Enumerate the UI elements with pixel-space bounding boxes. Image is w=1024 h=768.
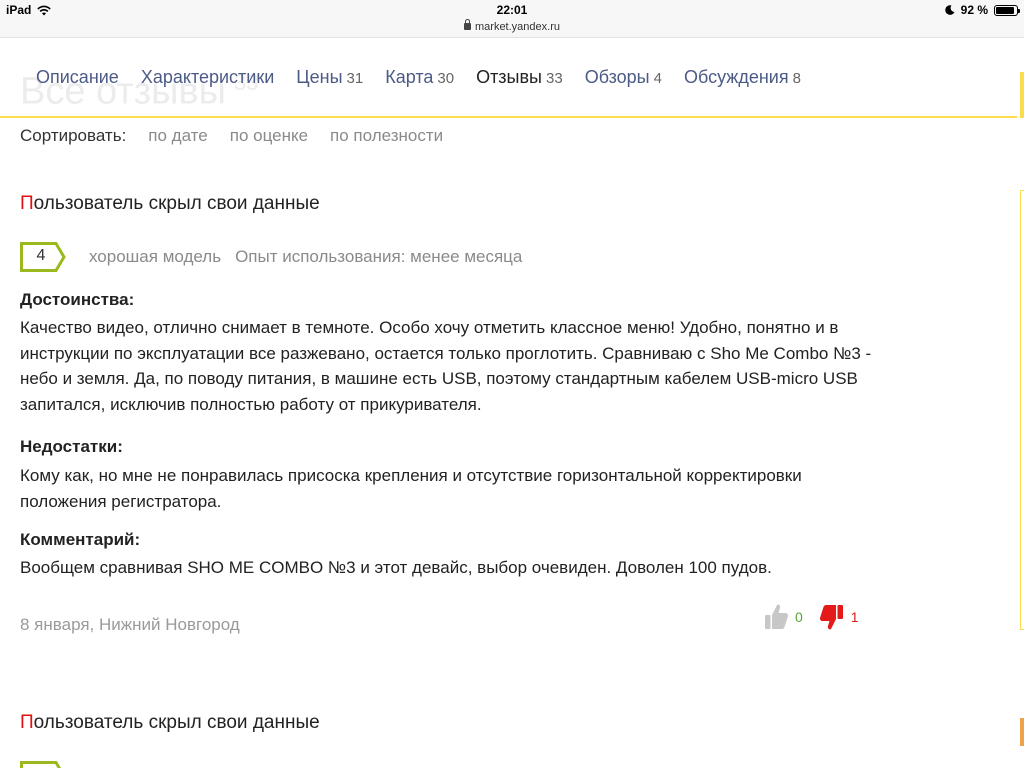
right-edge-orange — [1020, 718, 1024, 746]
tab-count: 33 — [546, 70, 563, 87]
sort-by-rating[interactable]: по оценке — [230, 126, 308, 146]
thumbs-down-icon[interactable] — [819, 603, 845, 631]
tab-count: 31 — [346, 70, 364, 87]
cons-title: Недостатки: — [20, 437, 123, 456]
tab-label: Характеристики — [140, 67, 275, 87]
review-date-place: 8 января, Нижний Новгород — [20, 615, 240, 634]
rating-text: хорошая модель — [89, 247, 222, 266]
rating-arrow-shape — [20, 761, 62, 768]
battery-icon — [994, 4, 1020, 16]
ios-status-bar: iPad 22:01 market.yandex.ru 92 % — [0, 0, 1024, 38]
comment-text: Вообщем сравнивая SHO ME COMBO №3 и этот… — [20, 558, 772, 577]
address-bar[interactable]: market.yandex.ru — [0, 19, 1024, 33]
tab-count: 30 — [437, 70, 455, 87]
tab-label: Обсуждения — [683, 67, 789, 87]
likes-count: 0 — [795, 609, 803, 625]
rating-value: 4 — [36, 247, 46, 264]
rating-badge: 4 — [20, 242, 66, 272]
vote-controls: 0 1 — [763, 603, 875, 631]
sort-label: Сортировать: — [20, 126, 127, 145]
lock-icon — [464, 19, 471, 30]
author-initial: П — [20, 193, 34, 214]
tab-label: Цены — [296, 67, 343, 87]
sort-by-date[interactable]: по дате — [148, 126, 207, 146]
author-initial: П — [20, 712, 34, 733]
tab-specifications[interactable]: Характеристики — [130, 66, 285, 90]
clock: 22:01 — [496, 3, 528, 17]
sort-by-usefulness[interactable]: по полезности — [330, 126, 443, 146]
review-author[interactable]: Пользователь скрыл свои данные — [20, 712, 880, 734]
pros-text: Качество видео, отлично снимает в темнот… — [20, 318, 872, 414]
review-card: Пользователь скрыл свои данные 4 хорошая… — [20, 193, 880, 643]
product-tabs: Описание Характеристики Цены 31 Карта 30 О… — [20, 66, 812, 90]
battery-percent: 92 % — [960, 3, 988, 17]
tab-reviews[interactable]: Отзывы 33 — [465, 66, 574, 90]
tab-description[interactable]: Описание — [20, 66, 130, 90]
tab-count: 8 — [792, 70, 801, 87]
rating-badge — [20, 761, 64, 768]
dislikes-count: 1 — [850, 609, 859, 625]
cons-text: Кому как, но мне не понравилась присоска… — [20, 466, 802, 511]
thumbs-up-icon[interactable] — [763, 603, 789, 631]
moon-icon — [944, 5, 955, 15]
author-name: ользователь скрыл свои данные — [33, 712, 320, 733]
tab-label: Обзоры — [584, 67, 650, 87]
author-name: ользователь скрыл свои данные — [33, 193, 320, 214]
pros-title: Достоинства: — [20, 290, 135, 309]
tab-label: Описание — [36, 67, 119, 87]
sort-bar: Сортировать: по дате по оценке по полезн… — [20, 126, 443, 146]
tab-articles[interactable]: Обзоры 4 — [574, 66, 673, 90]
tab-prices[interactable]: Цены 31 — [285, 66, 374, 90]
url-text: market.yandex.ru — [475, 21, 560, 33]
tab-discussions[interactable]: Обсуждения 8 — [673, 66, 812, 90]
right-edge-panel — [1020, 190, 1024, 630]
comment-title: Комментарий: — [20, 530, 141, 549]
rating-row — [20, 761, 64, 768]
tab-label: Отзывы — [476, 67, 542, 87]
battery-fill — [996, 6, 1015, 14]
review-card: Пользователь скрыл свои данные — [20, 712, 880, 768]
tab-map[interactable]: Карта 30 — [374, 66, 465, 90]
tab-label: Карта — [385, 67, 434, 87]
usage-experience: Опыт использования: менее месяца — [235, 247, 523, 266]
rating-row: 4 хорошая модель Опыт использования: мен… — [20, 242, 522, 272]
right-edge-accent-top — [1020, 72, 1024, 118]
yellow-divider — [0, 116, 1017, 118]
tab-count: 4 — [653, 70, 662, 87]
status-right: 92 % — [944, 3, 1020, 17]
review-author[interactable]: Пользователь скрыл свои данные — [20, 193, 880, 215]
